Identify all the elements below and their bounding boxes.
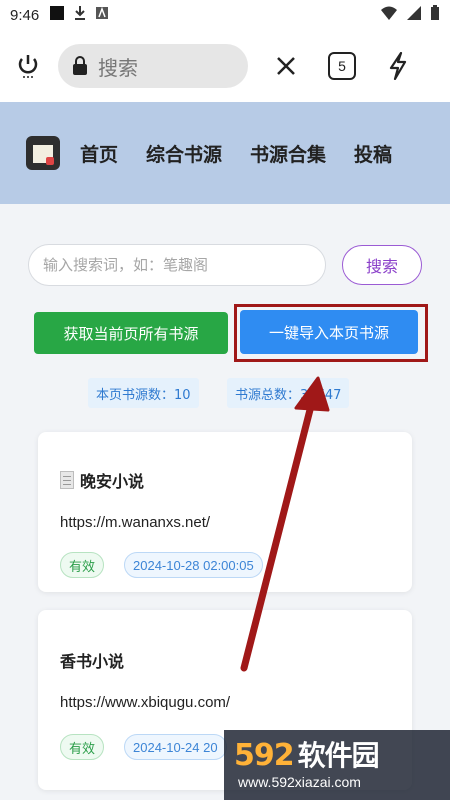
site-nav: 首页 综合书源 书源合集 投稿 — [0, 102, 450, 204]
lightning-icon — [389, 52, 407, 80]
signal-icon — [406, 5, 422, 25]
page-source-count-badge: 本页书源数：10 — [88, 378, 199, 408]
source-url[interactable]: https://www.xbiqugu.com/ — [60, 694, 230, 711]
close-button[interactable] — [258, 38, 314, 94]
status-badge: 有效 — [60, 734, 105, 760]
nav-item-general-sources[interactable]: 综合书源 — [146, 140, 222, 167]
watermark-logo-text: 软件园 — [297, 739, 380, 772]
book-icon — [60, 471, 74, 489]
url-placeholder: 搜索 — [98, 55, 138, 80]
date-badge: 2024-10-28 02:00:05 — [124, 552, 263, 578]
date-badge: 2024-10-24 20 — [124, 734, 227, 760]
search-input[interactable] — [28, 244, 326, 286]
app-notification-icon — [95, 6, 109, 24]
download-icon — [73, 5, 87, 25]
main-content: 搜索 获取当前页所有书源 一键导入本页书源 本页书源数：10 书源总数：3274… — [0, 204, 450, 800]
search-row: 搜索 — [28, 244, 422, 286]
total-source-count-badge: 书源总数：32747 — [227, 378, 350, 408]
watermark: 592 软件园 www.592xiazai.com — [224, 730, 450, 800]
import-page-sources-button[interactable]: 一键导入本页书源 — [240, 310, 418, 354]
watermark-logo: 592 软件园 — [234, 734, 380, 774]
lightning-button[interactable] — [370, 38, 426, 94]
nav-item-source-collections[interactable]: 书源合集 — [250, 140, 326, 167]
power-icon — [18, 55, 38, 78]
nav-item-submit[interactable]: 投稿 — [354, 140, 392, 167]
nav-item-home[interactable]: 首页 — [80, 140, 118, 167]
lock-icon — [73, 56, 87, 75]
get-all-sources-button[interactable]: 获取当前页所有书源 — [34, 312, 228, 354]
tabs-button[interactable]: 5 — [314, 38, 370, 94]
browser-toolbar: 搜索 5 — [0, 30, 450, 102]
source-url[interactable]: https://m.wananxs.net/ — [60, 514, 210, 531]
watermark-logo-number: 592 — [234, 738, 295, 773]
source-name: 香书小说 — [60, 652, 125, 671]
wifi-icon — [380, 5, 398, 25]
status-bar: 9:46 — [0, 0, 450, 30]
status-time: 9:46 — [10, 6, 40, 24]
search-button[interactable]: 搜索 — [342, 245, 422, 285]
close-icon — [277, 57, 295, 75]
status-badge: 有效 — [60, 552, 105, 578]
notification-square-icon — [49, 5, 65, 25]
watermark-url: www.592xiazai.com — [238, 774, 361, 790]
source-card-title: 香书小说 — [60, 648, 124, 672]
source-card[interactable]: 晚安小说 https://m.wananxs.net/ 有效 2024-10-2… — [38, 432, 412, 592]
url-search-bar[interactable]: 搜索 — [58, 44, 248, 88]
tab-count: 5 — [328, 52, 356, 80]
site-logo-icon[interactable] — [26, 136, 60, 170]
battery-icon — [430, 5, 440, 25]
power-button[interactable] — [0, 38, 56, 94]
source-card-title: 晚安小说 — [60, 468, 144, 492]
source-name: 晚安小说 — [80, 472, 145, 491]
